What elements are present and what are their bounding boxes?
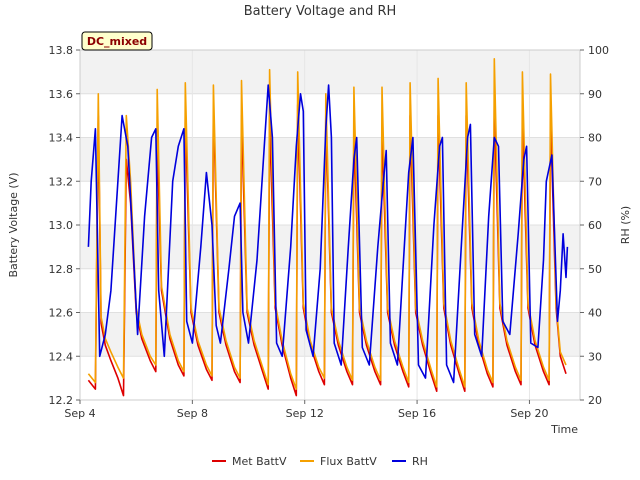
legend-label-flux-battv: Flux BattV [320, 455, 377, 468]
y-tick-label: 13.2 [49, 175, 74, 188]
x-tick-label: Sep 4 [64, 407, 95, 420]
background-band [80, 137, 580, 182]
y-axis-right: 20 30 40 50 60 70 80 90 100 [580, 44, 609, 407]
y2-tick-label: 40 [588, 307, 602, 320]
y-axis-label: Battery Voltage (V) [7, 172, 20, 277]
y-tick-label: 12.8 [49, 263, 74, 276]
x-tick-label: Sep 16 [398, 407, 436, 420]
y2-tick-label: 30 [588, 350, 602, 363]
x-tick-label: Sep 8 [177, 407, 208, 420]
y2-tick-label: 20 [588, 394, 602, 407]
legend: Met BattV Flux BattV RH [212, 455, 428, 468]
x-axis-label: Time [550, 423, 578, 436]
badge-label: DC_mixed [87, 35, 147, 48]
y-tick-label: 13.0 [49, 219, 74, 232]
x-tick-label: Sep 12 [286, 407, 324, 420]
y2-tick-label: 80 [588, 132, 602, 145]
y-tick-label: 12.2 [49, 394, 74, 407]
dataset-badge: DC_mixed [81, 31, 153, 51]
chart-title: Battery Voltage and RH [244, 4, 397, 19]
background-band [80, 50, 580, 94]
y2-tick-label: 70 [588, 175, 602, 188]
y2-tick-label: 90 [588, 88, 602, 101]
y2-tick-label: 100 [588, 44, 609, 57]
y2-axis-label: RH (%) [619, 206, 632, 244]
x-axis: Sep 4 Sep 8 Sep 12 Sep 16 Sep 20 [64, 400, 549, 420]
legend-label-rh: RH [412, 455, 428, 468]
y-tick-label: 13.6 [49, 88, 74, 101]
y2-tick-label: 60 [588, 219, 602, 232]
y-tick-label: 12.4 [49, 350, 74, 363]
y-tick-label: 12.6 [49, 307, 74, 320]
background-bands [80, 50, 580, 357]
chart-canvas: Sep 4 Sep 8 Sep 12 Sep 16 Sep 20 12.212.412.… [7, 4, 632, 468]
x-tick-label: Sep 20 [510, 407, 548, 420]
y-tick-label: 13.8 [49, 44, 74, 57]
y2-tick-label: 50 [588, 263, 602, 276]
y-axis-left: 12.2 12.4 12.6 12.8 13.0 13.2 13.4 13.6 13.8 [49, 44, 80, 407]
legend-label-met-battv: Met BattV [232, 455, 287, 468]
y-tick-label: 13.4 [49, 132, 74, 145]
